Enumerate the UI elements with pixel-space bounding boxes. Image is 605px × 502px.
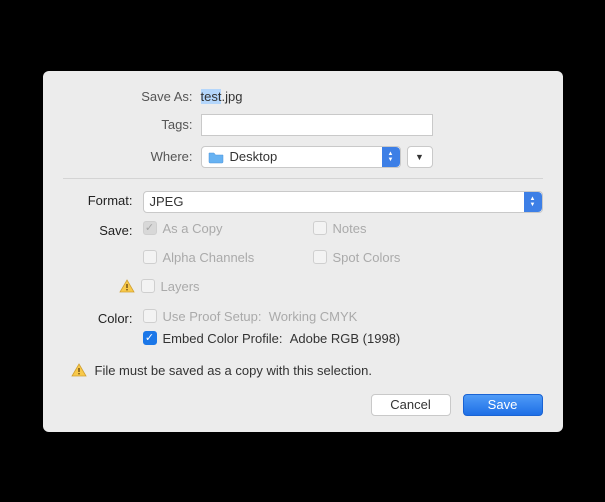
button-row: Cancel Save	[63, 394, 543, 416]
alpha-channels-label: Alpha Channels	[163, 250, 255, 265]
use-proof-setup-checkbox	[143, 309, 157, 323]
warning-note-row: File must be saved as a copy with this s…	[71, 363, 543, 378]
use-proof-setup-label: Use Proof Setup: Working CMYK	[163, 309, 358, 324]
warning-note-text: File must be saved as a copy with this s…	[95, 363, 372, 378]
layers-checkbox	[141, 279, 155, 293]
where-row: Where: Desktop ▲▼ ▼	[63, 146, 543, 168]
tags-row: Tags:	[63, 114, 543, 136]
format-popup[interactable]: JPEG ▲▼	[143, 191, 543, 213]
layers-label: Layers	[161, 279, 200, 294]
where-popup[interactable]: Desktop ▲▼	[201, 146, 401, 168]
spot-colors-checkbox	[313, 250, 327, 264]
tags-input[interactable]	[201, 114, 433, 136]
embed-profile-label: Embed Color Profile: Adobe RGB (1998)	[163, 331, 401, 346]
save-dialog: Save As: test.jpg Tags: Where: Desktop ▲…	[43, 71, 563, 432]
warning-icon	[71, 363, 87, 377]
save-button[interactable]: Save	[463, 394, 543, 416]
up-down-icon: ▲▼	[382, 147, 400, 167]
expand-button[interactable]: ▼	[407, 146, 433, 168]
format-row: Format: JPEG ▲▼	[63, 191, 543, 213]
where-value: Desktop	[230, 149, 278, 164]
alpha-channels-checkbox	[143, 250, 157, 264]
format-label: Format:	[63, 191, 143, 213]
cancel-button[interactable]: Cancel	[371, 394, 451, 416]
folder-icon	[208, 150, 224, 164]
save-as-input[interactable]: test.jpg	[201, 89, 433, 104]
spot-colors-label: Spot Colors	[333, 250, 401, 265]
divider	[63, 178, 543, 179]
save-as-selected-text: test	[201, 89, 222, 104]
format-value: JPEG	[150, 194, 184, 209]
as-a-copy-checkbox: ✓	[143, 221, 157, 235]
save-as-suffix: .jpg	[221, 89, 242, 104]
up-down-icon: ▲▼	[524, 192, 542, 212]
as-a-copy-label: As a Copy	[163, 221, 223, 236]
embed-profile-checkbox[interactable]: ✓	[143, 331, 157, 345]
warning-icon	[119, 279, 135, 293]
where-label: Where:	[63, 149, 201, 164]
color-row: Color: Use Proof Setup: Working CMYK ✓ E…	[63, 309, 543, 353]
chevron-down-icon: ▼	[415, 152, 424, 162]
notes-label: Notes	[333, 221, 367, 236]
notes-checkbox	[313, 221, 327, 235]
color-label: Color:	[63, 309, 143, 353]
save-as-label: Save As:	[63, 89, 201, 104]
save-as-row: Save As: test.jpg	[63, 89, 543, 104]
save-options-row: Save: ✓ As a Copy Notes Alpha Channels S…	[63, 221, 543, 301]
tags-label: Tags:	[63, 117, 201, 132]
